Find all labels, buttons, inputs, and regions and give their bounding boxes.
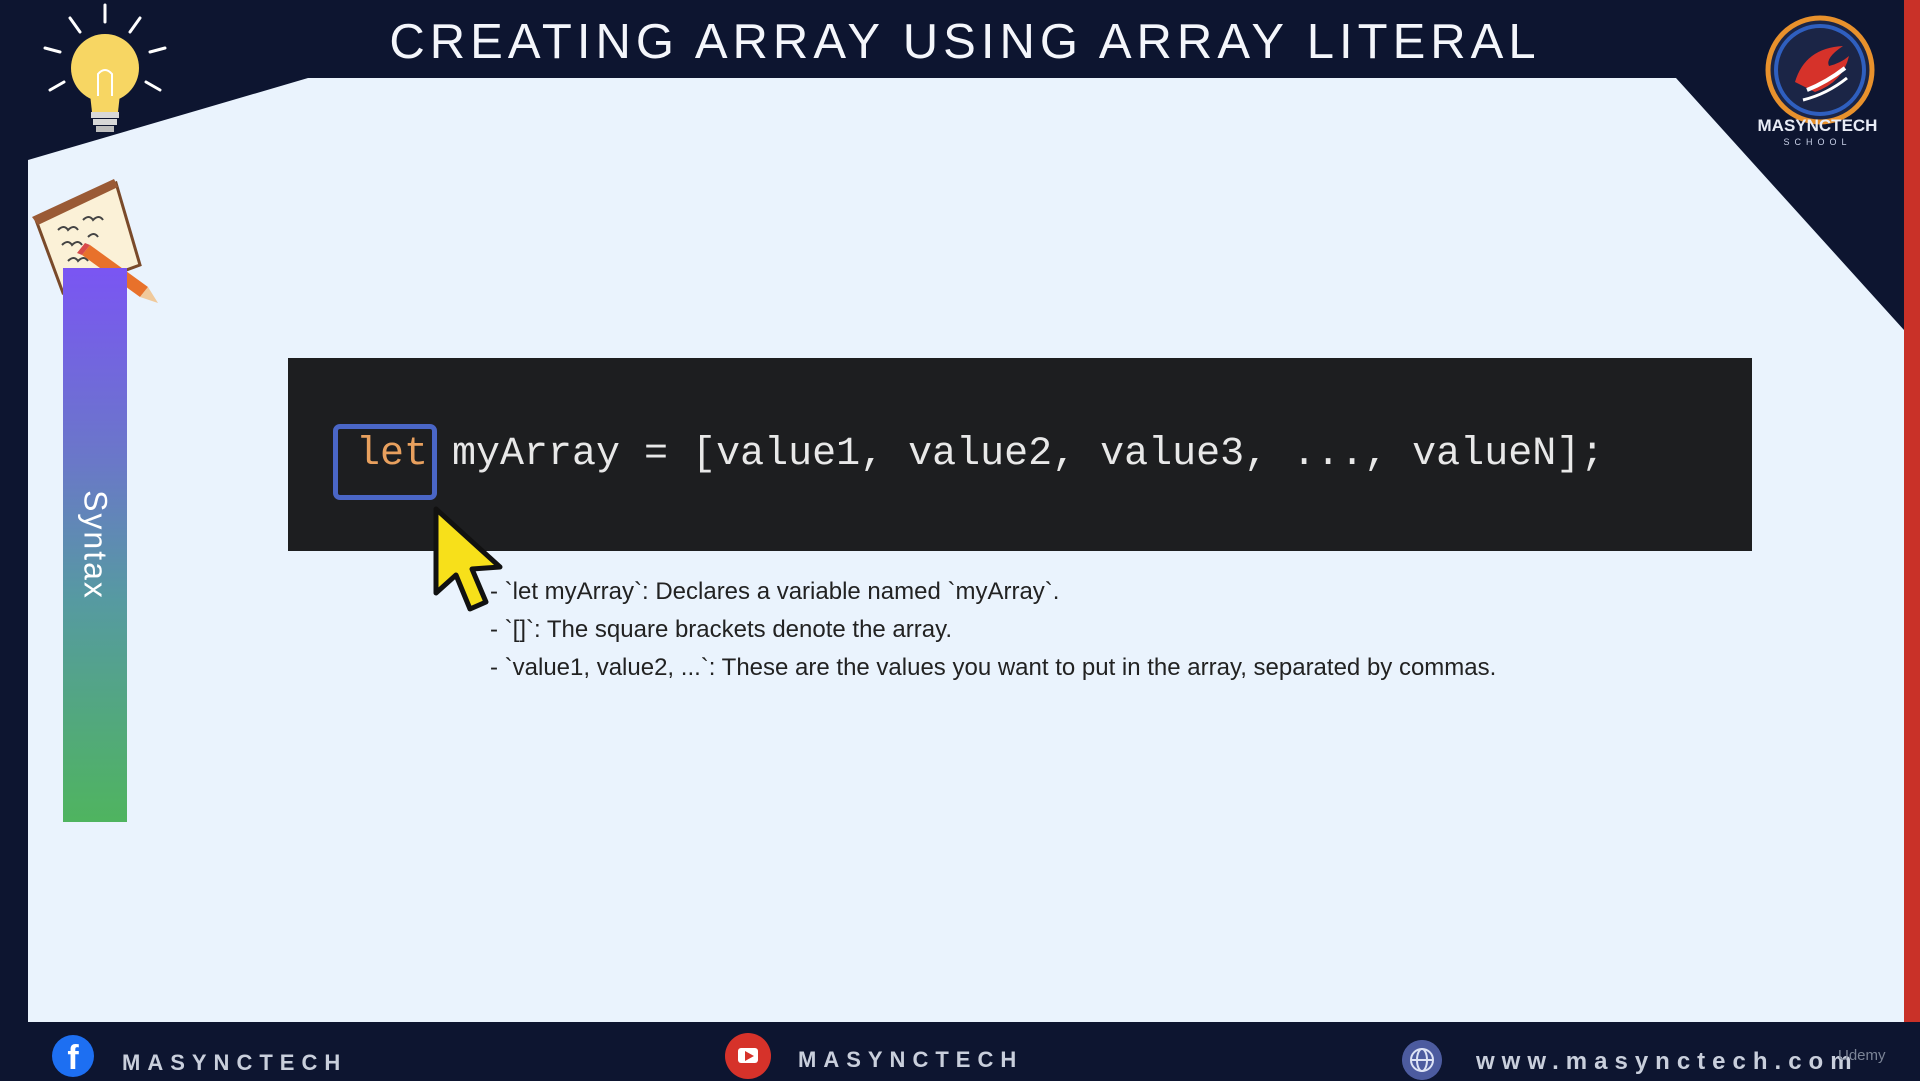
explanation-notes: - `let myArray`: Declares a variable nam… xyxy=(490,573,1496,687)
code-rest: myArray = [value1, value2, value3, ..., … xyxy=(428,432,1605,477)
slide-title: CREATING ARRAY USING ARRAY LITERAL xyxy=(389,15,1541,69)
youtube-icon[interactable] xyxy=(725,1033,771,1079)
cursor-icon xyxy=(433,506,503,612)
globe-icon[interactable] xyxy=(1402,1040,1442,1080)
right-accent-strip xyxy=(1904,0,1920,1022)
udemy-watermark: Udemy xyxy=(1838,1047,1886,1064)
note-item: - `value1, value2, ...`: These are the v… xyxy=(490,654,1497,681)
brand-name: MASYNCTECH xyxy=(1757,116,1878,135)
brand-sub: SCHOOL xyxy=(1783,137,1852,147)
code-keyword: let xyxy=(356,432,429,477)
note-item: - `[]`: The square brackets denote the a… xyxy=(490,616,952,643)
facebook-icon[interactable]: f xyxy=(52,1035,94,1077)
website-link[interactable]: www.masynctech.com xyxy=(1476,1048,1859,1076)
facebook-label[interactable]: MASYNCTECH xyxy=(122,1050,347,1076)
code-line: let myArray = [value1, value2, value3, .… xyxy=(356,358,1604,551)
lightbulb-icon xyxy=(43,3,167,132)
youtube-label[interactable]: MASYNCTECH xyxy=(798,1047,1023,1073)
syntax-label: Syntax xyxy=(77,490,114,600)
note-item: - `let myArray`: Declares a variable nam… xyxy=(490,578,1060,605)
